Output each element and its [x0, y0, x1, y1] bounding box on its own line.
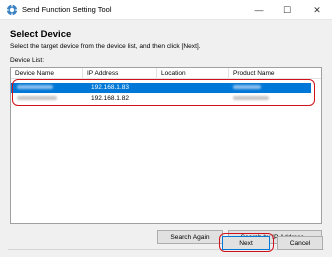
close-button[interactable]: ✕ — [302, 0, 332, 20]
title-bar: Send Function Setting Tool — ☐ ✕ — [0, 0, 332, 20]
device-rows-highlight — [12, 79, 315, 106]
column-header-device-name[interactable]: Device Name — [11, 68, 83, 79]
maximize-button[interactable]: ☐ — [272, 0, 302, 20]
column-header-product-name[interactable]: Product Name — [229, 68, 321, 79]
page-title: Select Device — [10, 29, 72, 40]
minimize-button[interactable]: — — [244, 0, 274, 20]
device-list-header: Device Name IP Address Location Product … — [11, 68, 321, 79]
instruction-text: Select the target device from the device… — [10, 43, 201, 50]
window-title: Send Function Setting Tool — [22, 5, 112, 14]
dialog-content: Select Device Select the target device f… — [0, 20, 332, 257]
search-again-button[interactable]: Search Again — [157, 230, 223, 244]
printer-gear-icon — [6, 4, 18, 16]
next-button-highlight — [219, 233, 274, 252]
cancel-button[interactable]: Cancel — [277, 236, 323, 250]
device-list-label: Device List: — [10, 57, 45, 64]
column-header-location[interactable]: Location — [157, 68, 229, 79]
column-header-ip-address[interactable]: IP Address — [83, 68, 157, 79]
